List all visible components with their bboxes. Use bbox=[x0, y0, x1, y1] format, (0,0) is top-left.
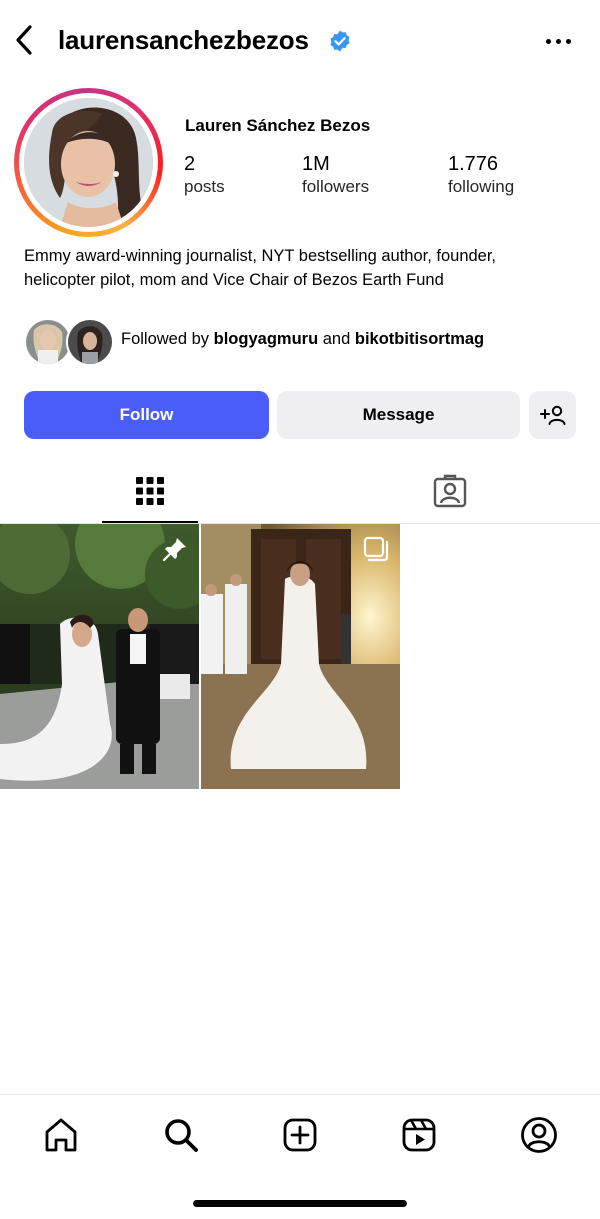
post-thumbnail[interactable] bbox=[201, 524, 400, 789]
bio-line: Emmy award-winning journalist, NYT bests… bbox=[24, 247, 497, 265]
profile-username: laurensanchezbezos bbox=[58, 25, 309, 55]
profile-bio: Emmy award-winning journalist, NYT bests… bbox=[24, 244, 584, 292]
posts-grid bbox=[0, 524, 600, 789]
grid-icon bbox=[136, 477, 164, 505]
back-button[interactable] bbox=[10, 22, 38, 58]
followed-by-row[interactable]: Followed by blogyagmuru and bikotbitisor… bbox=[24, 316, 584, 368]
verified-badge-icon bbox=[330, 30, 350, 52]
following-count: 1.776 bbox=[448, 153, 499, 175]
profile-icon bbox=[521, 1117, 557, 1153]
story-ring[interactable] bbox=[14, 88, 163, 237]
more-horizontal-icon bbox=[545, 38, 551, 44]
followers-count: 1M bbox=[302, 153, 330, 175]
post-thumbnail[interactable] bbox=[0, 524, 199, 789]
followers-label: followers bbox=[302, 177, 370, 196]
create-icon bbox=[283, 1118, 317, 1152]
search-icon bbox=[165, 1119, 198, 1152]
reels-icon bbox=[402, 1118, 436, 1152]
followed-by-conjunction: and bbox=[322, 330, 351, 348]
mutual-avatar bbox=[66, 318, 114, 366]
tab-posts-grid[interactable] bbox=[102, 458, 198, 524]
profile-avatar bbox=[24, 98, 153, 227]
nav-create[interactable] bbox=[278, 1113, 322, 1157]
add-person-icon bbox=[539, 405, 565, 425]
profile-display-name: Lauren Sánchez Bezos bbox=[185, 116, 371, 135]
nav-search[interactable] bbox=[159, 1113, 203, 1157]
posts-count: 2 bbox=[184, 153, 196, 175]
home-indicator bbox=[193, 1200, 407, 1207]
followed-by-prefix: Followed by bbox=[121, 330, 210, 348]
nav-home[interactable] bbox=[39, 1113, 83, 1157]
more-options-button[interactable] bbox=[538, 28, 578, 54]
top-bar: laurensanchezbezos bbox=[0, 0, 600, 82]
tagged-icon bbox=[433, 474, 467, 508]
home-icon bbox=[45, 1118, 77, 1152]
suggested-accounts-button[interactable] bbox=[529, 391, 576, 439]
mutual-follower-link[interactable]: bikotbitisortmag bbox=[355, 330, 484, 348]
nav-profile[interactable] bbox=[517, 1113, 561, 1157]
active-tab-indicator bbox=[102, 521, 198, 523]
profile-tabs bbox=[0, 458, 600, 524]
posts-stat[interactable]: 2 posts bbox=[184, 152, 225, 198]
following-label: following bbox=[448, 177, 515, 196]
mutual-avatar bbox=[24, 318, 72, 366]
posts-label: posts bbox=[184, 177, 225, 196]
following-stat[interactable]: 1.776 following bbox=[448, 152, 514, 198]
nav-reels[interactable] bbox=[397, 1113, 441, 1157]
mutual-follower-link[interactable]: blogyagmuru bbox=[214, 330, 319, 348]
followers-stat[interactable]: 1M followers bbox=[302, 152, 369, 198]
message-button[interactable]: Message bbox=[277, 391, 520, 439]
carousel-icon bbox=[363, 536, 389, 562]
follow-button[interactable]: Follow bbox=[24, 391, 269, 439]
chevron-left-icon bbox=[16, 25, 32, 55]
tab-tagged[interactable] bbox=[402, 458, 498, 524]
bio-line: helicopter pilot, mom and Vice Chair of … bbox=[24, 271, 444, 289]
pin-icon bbox=[162, 538, 186, 562]
